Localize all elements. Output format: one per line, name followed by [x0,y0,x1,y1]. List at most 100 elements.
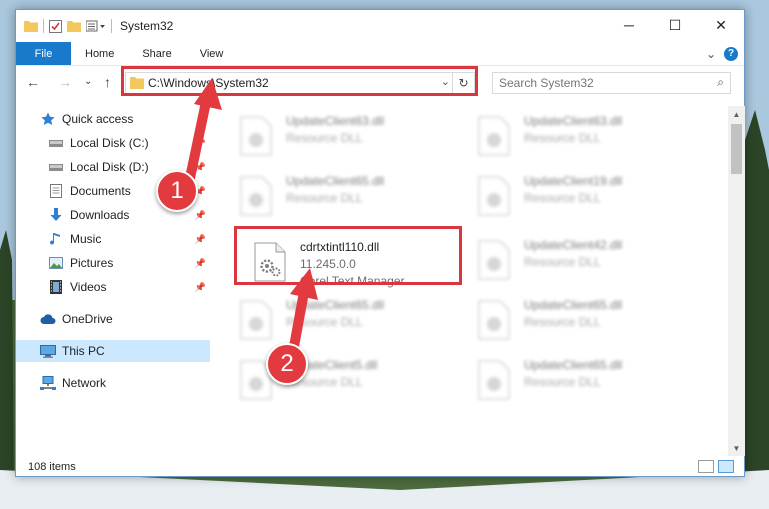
dll-file-icon [478,176,510,216]
sidebar-item-music[interactable]: Music 📌 [16,228,210,250]
pin-icon[interactable]: 📌 [195,282,206,293]
scroll-up-button[interactable]: ▲ [728,106,745,122]
status-bar: 108 items [16,456,744,478]
dll-file-icon [478,300,510,340]
tab-share[interactable]: Share [128,42,185,65]
cloud-icon [40,311,56,327]
address-bar-highlight-box [121,66,478,96]
expand-ribbon-icon[interactable]: ⌄ [706,47,716,61]
up-button[interactable]: ↑ [104,74,111,90]
sidebar-item-label: Pictures [70,256,114,270]
star-icon [40,111,56,127]
file-type: Resource DLL [286,191,363,205]
sidebar-item-quick-access[interactable]: Quick access [16,108,210,130]
file-name: UpdateClient65.dll [524,298,623,312]
file-name: UpdateClient65.dll [524,358,623,372]
help-icon[interactable]: ? [724,46,738,61]
pin-icon[interactable]: 📌 [195,162,206,173]
sidebar-item-label: Network [62,376,107,390]
scroll-thumb[interactable] [731,124,742,174]
file-tile[interactable]: UpdateClient42.dll Resource DLL [472,232,702,290]
file-tile[interactable]: UpdateClient19.dll Resource DLL [472,168,702,226]
sidebar-item-label: Documents [70,184,131,198]
step-2-badge: 2 [266,343,308,385]
ribbon-right-controls: ⌄ ? [706,42,744,65]
videos-icon [48,279,64,295]
pin-icon[interactable]: 📌 [195,234,206,245]
file-type: Resource DLL [524,191,601,205]
pin-icon[interactable]: 📌 [195,210,206,221]
file-type: Resource DLL [524,255,601,269]
file-highlight-box [234,226,462,285]
dll-file-icon [478,240,510,280]
back-button[interactable]: ← [26,74,40,90]
maximize-button[interactable]: ☐ [652,10,698,40]
search-icon: ⌕ [717,75,724,89]
recent-locations-button[interactable]: ⌄ [84,76,92,87]
file-name: UpdateClient19.dll [524,174,623,188]
file-name: UpdateClient65.dll [286,298,385,312]
sidebar-item-onedrive[interactable]: OneDrive [16,308,210,330]
file-tile[interactable]: UpdateClient65.dll Resource DLL [234,292,464,350]
file-name: UpdateClient63.dll [286,114,385,128]
pin-icon[interactable]: 📌 [195,258,206,269]
download-icon [48,207,64,223]
tab-file[interactable]: File [16,42,71,65]
documents-icon [48,183,64,199]
dll-file-icon [240,176,272,216]
pin-icon[interactable]: 📌 [195,138,206,149]
toolbar-divider [111,19,112,33]
file-type: Resource DLL [524,315,601,329]
network-icon [40,375,56,391]
details-view-button[interactable] [698,460,714,473]
window-title: System32 [120,19,174,33]
sidebar-item-network[interactable]: Network [16,372,210,394]
sidebar-item-local-disk-c[interactable]: Local Disk (C:) 📌 [16,132,210,154]
drive-icon [48,135,64,151]
file-name: UpdateClient65.dll [286,174,385,188]
customize-toolbar-icon[interactable] [86,20,106,32]
quick-access-toolbar [16,10,112,42]
large-icons-view-button[interactable] [718,460,734,473]
toolbar-divider [43,19,44,33]
ribbon-tabs: File Home Share View ⌄ ? [16,42,744,66]
tab-home[interactable]: Home [71,42,128,65]
file-tile[interactable]: UpdateClient65.dll Resource DLL [472,352,702,410]
dll-file-icon [240,300,272,340]
search-box[interactable]: ⌕ [492,72,731,94]
sidebar-item-label: This PC [62,344,105,358]
sidebar-item-label: Local Disk (D:) [70,160,149,174]
tab-view[interactable]: View [186,42,238,65]
file-type: Resource DLL [524,375,601,389]
file-tile[interactable]: UpdateClient63.dll Resource DLL [234,108,464,166]
minimize-button[interactable]: ─ [606,10,652,40]
forward-button[interactable]: → [58,74,72,90]
dll-file-icon [478,360,510,400]
file-type: Resource DLL [286,315,363,329]
folder-icon [24,20,38,32]
properties-icon[interactable] [49,19,62,33]
sidebar-item-videos[interactable]: Videos 📌 [16,276,210,298]
dll-file-icon [240,116,272,156]
navigation-pane: Quick access Local Disk (C:) 📌 Local Dis… [16,106,210,456]
item-count: 108 items [28,461,76,473]
file-tile[interactable]: UpdateClient65.dll Resource DLL [472,292,702,350]
vertical-scrollbar[interactable]: ▲ ▼ [728,106,745,456]
file-tile[interactable]: UpdateClient65.dll Resource DLL [234,168,464,226]
sidebar-item-label: Music [70,232,102,246]
view-switcher [698,460,734,473]
title-bar: System32 ─ ☐ ✕ [16,10,744,42]
window-controls: ─ ☐ ✕ [606,10,744,40]
close-button[interactable]: ✕ [698,10,744,40]
computer-icon [40,343,56,359]
sidebar-item-label: OneDrive [62,312,113,326]
new-folder-icon[interactable] [67,20,81,32]
sidebar-item-this-pc[interactable]: This PC [16,340,210,362]
sidebar-item-pictures[interactable]: Pictures 📌 [16,252,210,274]
file-type: Resource DLL [524,131,601,145]
dll-file-icon [478,116,510,156]
file-tile[interactable]: UpdateClient63.dll Resource DLL [472,108,702,166]
sidebar-item-label: Quick access [62,112,134,126]
scroll-down-button[interactable]: ▼ [728,440,745,456]
search-input[interactable] [499,76,699,90]
